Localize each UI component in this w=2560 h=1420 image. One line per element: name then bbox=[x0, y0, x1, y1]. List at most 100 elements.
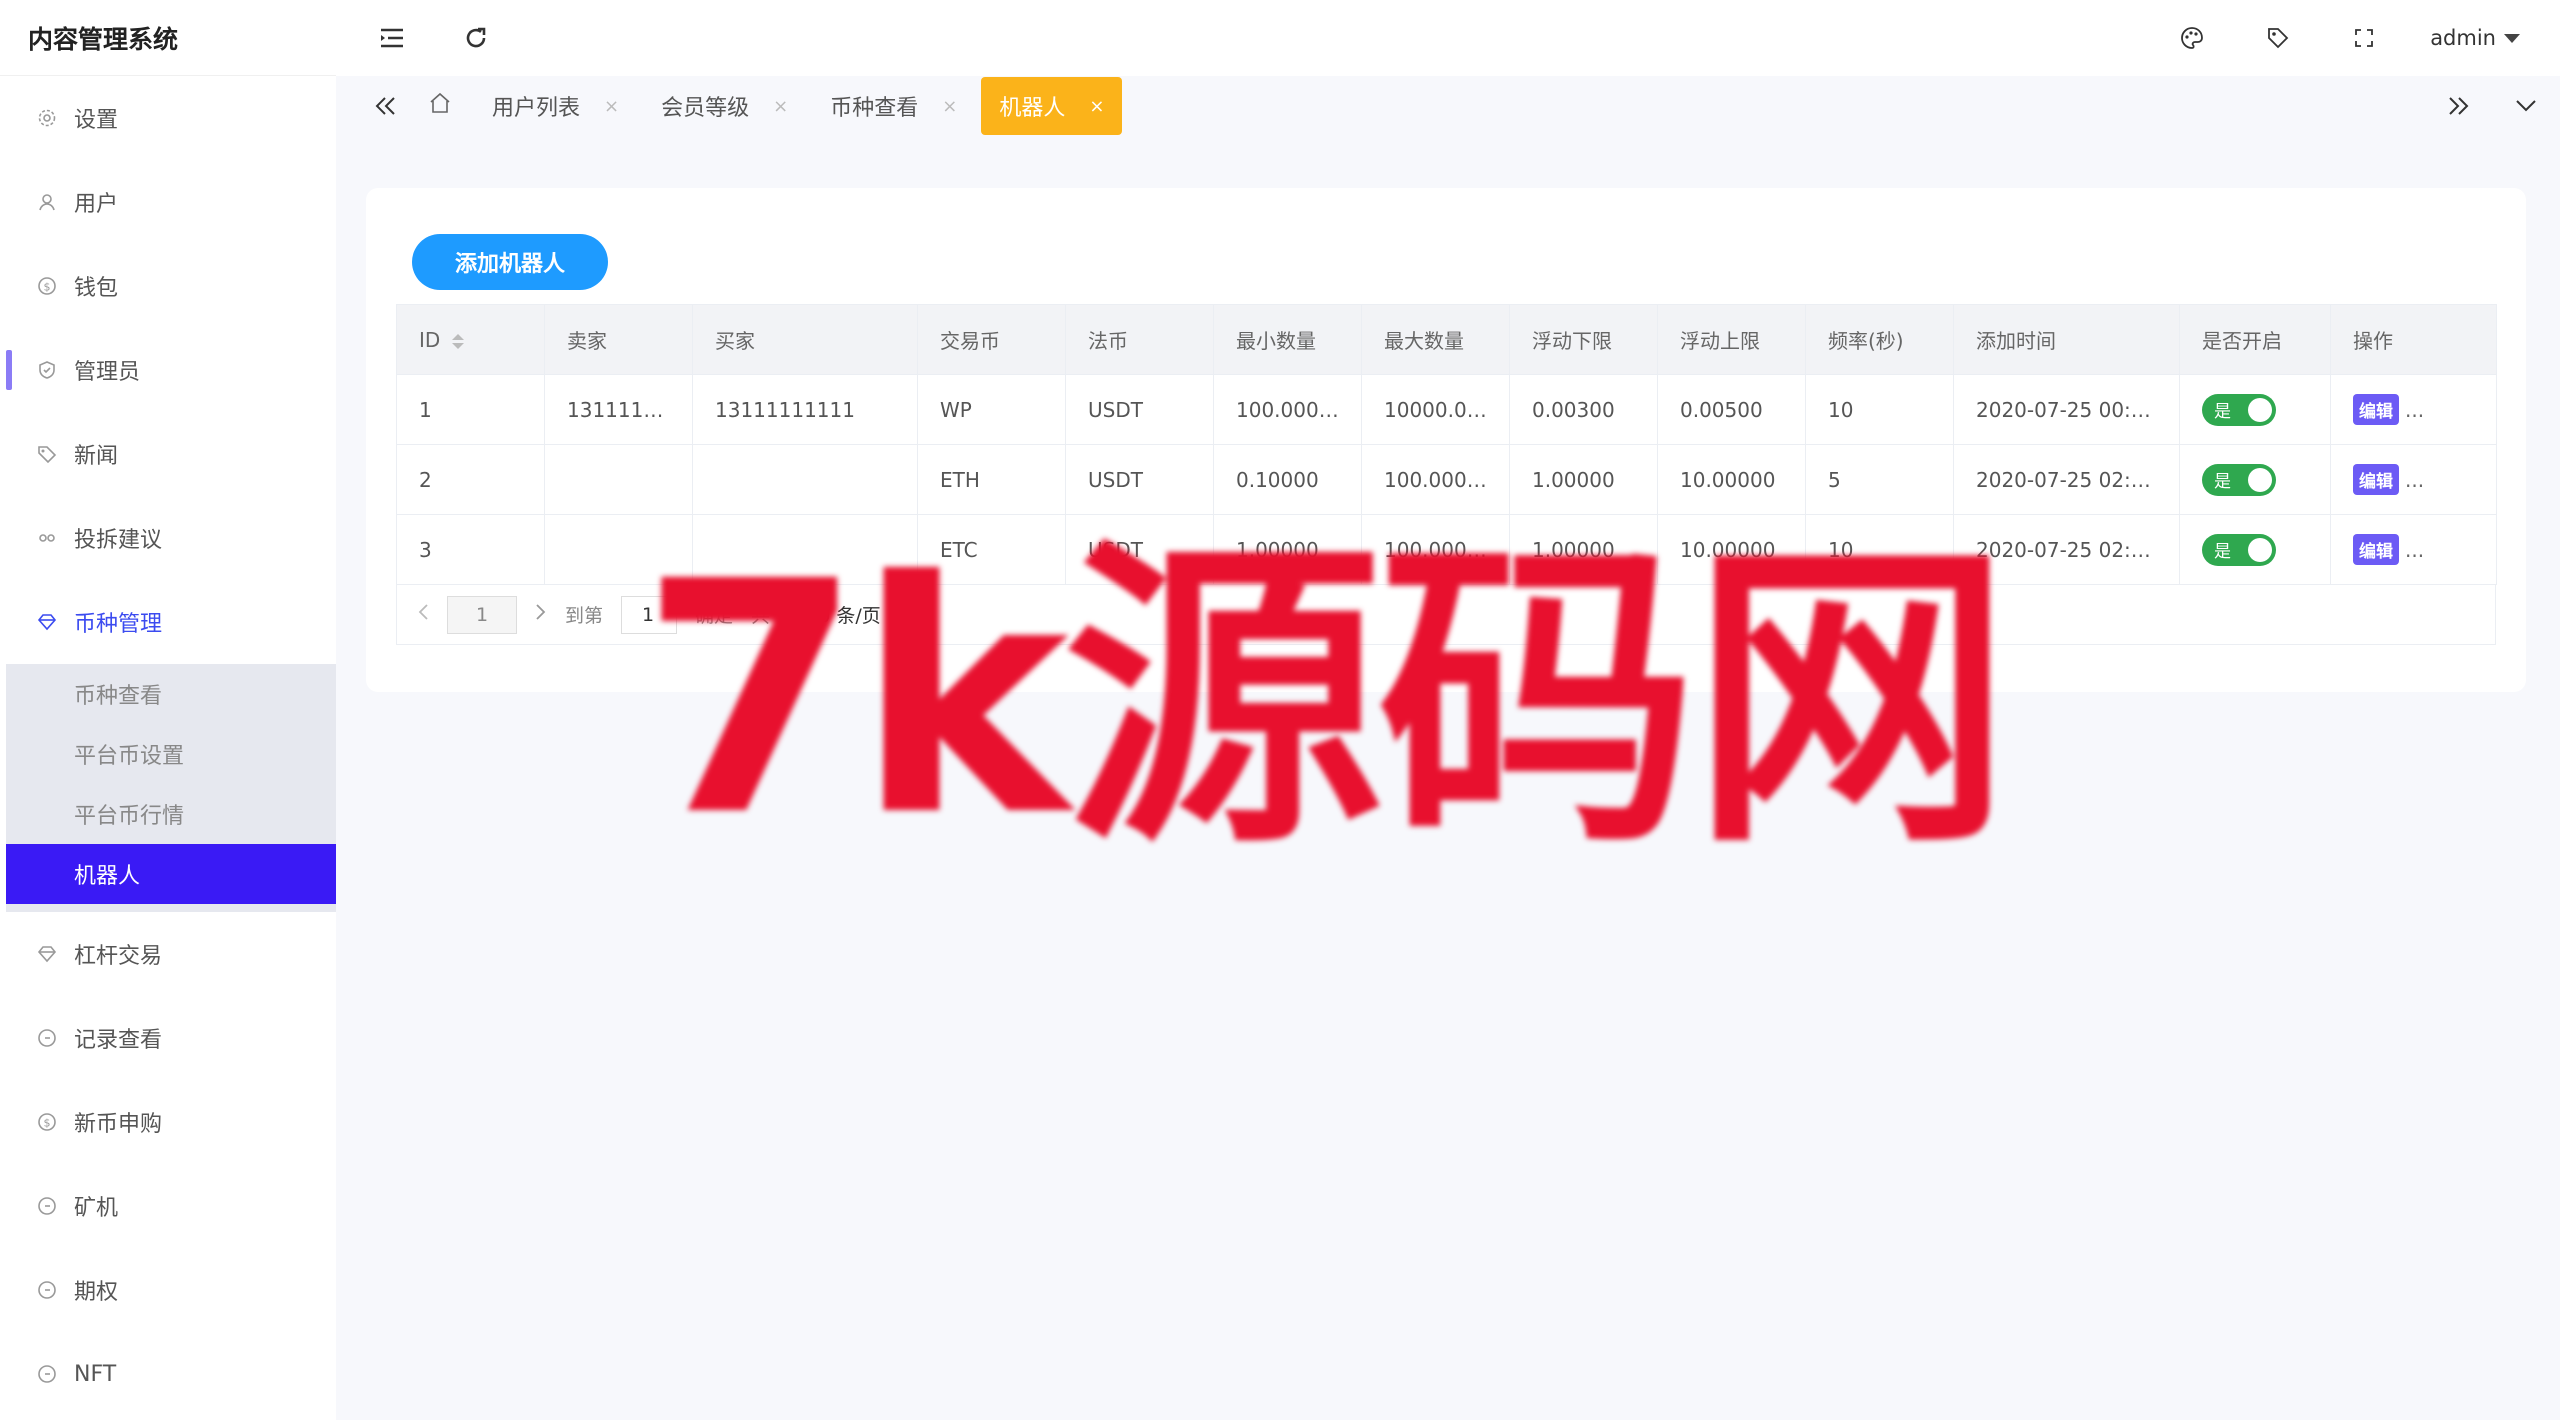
submenu-item-currency-view[interactable]: 币种查看 bbox=[6, 664, 336, 724]
cell-actions: 编辑... bbox=[2330, 514, 2497, 585]
scroll-right-icon[interactable] bbox=[2438, 86, 2478, 126]
username: admin bbox=[2430, 26, 2496, 50]
sidebar-item-currency[interactable]: 币种管理 bbox=[0, 580, 336, 664]
sidebar-item-label: 投拆建议 bbox=[74, 528, 163, 553]
sidebar-item-new-coin[interactable]: $ 新币申购 bbox=[0, 1080, 336, 1164]
shield-icon bbox=[36, 359, 58, 381]
menu-fold-icon[interactable] bbox=[372, 18, 412, 58]
refresh-icon[interactable] bbox=[456, 18, 496, 58]
scroll-left-icon[interactable] bbox=[366, 86, 406, 126]
sidebar-item-leverage[interactable]: 杠杆交易 bbox=[0, 912, 336, 996]
cell-fiat: USDT bbox=[1065, 374, 1214, 445]
cell-high: 10.00000 bbox=[1657, 444, 1806, 515]
cell-enabled: 是 bbox=[2179, 444, 2331, 515]
sidebar-item-wallet[interactable]: $ 钱包 bbox=[0, 244, 336, 328]
table-row: 1 13111111111 13111111111 WP USDT 100.00… bbox=[396, 374, 2497, 445]
submenu-divider bbox=[6, 904, 336, 912]
submenu-item-platform-coin-settings[interactable]: 平台币设置 bbox=[6, 724, 336, 784]
close-icon[interactable]: × bbox=[942, 96, 957, 117]
user-menu[interactable]: admin bbox=[2430, 26, 2520, 50]
sidebar-item-news[interactable]: 新闻 bbox=[0, 412, 336, 496]
more-actions[interactable]: ... bbox=[2405, 468, 2424, 492]
cell-min: 100.00000 bbox=[1213, 374, 1362, 445]
enabled-toggle[interactable]: 是 bbox=[2202, 533, 2276, 566]
diamond-icon bbox=[36, 943, 58, 965]
tab-user-list[interactable]: 用户列表 × bbox=[474, 77, 637, 135]
add-robot-button[interactable]: 添加机器人 bbox=[412, 234, 608, 290]
sidebar-item-miner[interactable]: 矿机 bbox=[0, 1164, 336, 1248]
submenu-item-platform-coin-market[interactable]: 平台币行情 bbox=[6, 784, 336, 844]
sidebar-item-nft[interactable]: NFT bbox=[0, 1332, 336, 1416]
sidebar-item-records[interactable]: 记录查看 bbox=[0, 996, 336, 1080]
edit-button[interactable]: 编辑 bbox=[2353, 464, 2399, 495]
col-header: 是否开启 bbox=[2179, 304, 2331, 375]
col-header-id[interactable]: ID bbox=[396, 304, 545, 375]
sidebar-item-label: 钱包 bbox=[74, 276, 119, 301]
sidebar-menu-lower: 杠杆交易 记录查看 $ 新币申购 矿机 期权 NFT bbox=[0, 912, 336, 1416]
chevron-down-icon[interactable] bbox=[2506, 86, 2546, 126]
diamond-icon bbox=[36, 611, 58, 633]
app-title: 内容管理系统 bbox=[0, 0, 336, 76]
enabled-toggle[interactable]: 是 bbox=[2202, 393, 2276, 426]
prev-page-icon[interactable] bbox=[417, 603, 429, 626]
col-header: 浮动下限 bbox=[1509, 304, 1658, 375]
tabs-controls bbox=[2438, 86, 2560, 126]
sidebar-item-settings[interactable]: 设置 bbox=[0, 76, 336, 160]
col-header: 交易币 bbox=[917, 304, 1066, 375]
sidebar-item-label: 期权 bbox=[74, 1280, 119, 1305]
tab-label: 会员等级 bbox=[661, 96, 750, 121]
sidebar-item-label: 记录查看 bbox=[74, 1028, 163, 1053]
tag-icon[interactable] bbox=[2258, 18, 2298, 58]
close-icon[interactable]: × bbox=[604, 96, 619, 117]
circle-icon bbox=[36, 1195, 58, 1217]
tab-currency-view[interactable]: 币种查看 × bbox=[812, 77, 975, 135]
close-icon[interactable]: × bbox=[1089, 96, 1104, 117]
tab-home[interactable] bbox=[412, 77, 468, 135]
more-actions[interactable]: ... bbox=[2405, 538, 2424, 562]
tab-member-level[interactable]: 会员等级 × bbox=[643, 77, 806, 135]
col-header: 添加时间 bbox=[1953, 304, 2180, 375]
sidebar-item-label: 币种管理 bbox=[74, 612, 163, 637]
dollar-icon: $ bbox=[36, 275, 58, 297]
col-header: 最小数量 bbox=[1213, 304, 1362, 375]
cell-buyer: 13111111111 bbox=[692, 374, 918, 445]
sidebar-item-admin[interactable]: 管理员 bbox=[0, 328, 336, 412]
sidebar-item-feedback[interactable]: 投拆建议 bbox=[0, 496, 336, 580]
circle-icon bbox=[36, 1027, 58, 1049]
table-header-row: ID 卖家 买家 交易币 法币 最小数量 最大数量 浮动下限 浮动上限 频率(秒… bbox=[396, 304, 2497, 375]
sidebar-item-users[interactable]: 用户 bbox=[0, 160, 336, 244]
edit-button[interactable]: 编辑 bbox=[2353, 534, 2399, 565]
tab-robot[interactable]: 机器人 × bbox=[981, 77, 1123, 135]
tab-label: 机器人 bbox=[999, 96, 1066, 121]
cell-enabled: 是 bbox=[2179, 374, 2331, 445]
cell-enabled: 是 bbox=[2179, 514, 2331, 585]
next-page-icon[interactable] bbox=[535, 603, 547, 626]
current-page[interactable]: 1 bbox=[447, 595, 517, 634]
submenu-item-robot[interactable]: 机器人 bbox=[6, 844, 336, 904]
cell-actions: 编辑... bbox=[2330, 374, 2497, 445]
sidebar-item-options[interactable]: 期权 bbox=[0, 1248, 336, 1332]
more-actions[interactable]: ... bbox=[2405, 398, 2424, 422]
cell-high: 0.00500 bbox=[1657, 374, 1806, 445]
sort-icon[interactable] bbox=[452, 333, 465, 349]
cell-max: 10000.00000 bbox=[1361, 374, 1510, 445]
cell-id: 2 bbox=[396, 444, 545, 515]
cell-low: 1.00000 bbox=[1509, 444, 1658, 515]
enabled-toggle[interactable]: 是 bbox=[2202, 463, 2276, 496]
sidebar-item-label: 管理员 bbox=[74, 360, 141, 385]
sidebar-menu: 设置 用户 $ 钱包 管理员 新闻 投拆建议 币种管理 bbox=[0, 76, 336, 664]
col-header: 法币 bbox=[1065, 304, 1214, 375]
cell-fiat: USDT bbox=[1065, 444, 1214, 515]
col-header: 频率(秒) bbox=[1805, 304, 1954, 375]
col-header: 卖家 bbox=[544, 304, 693, 375]
cell-freq: 5 bbox=[1805, 444, 1954, 515]
theme-icon[interactable] bbox=[2172, 18, 2212, 58]
close-icon[interactable]: × bbox=[773, 96, 788, 117]
edit-button[interactable]: 编辑 bbox=[2353, 394, 2399, 425]
circle-icon bbox=[36, 1279, 58, 1301]
cell-time: 2020-07-25 00:51:23 bbox=[1953, 374, 2180, 445]
cell-actions: 编辑... bbox=[2330, 444, 2497, 515]
sidebar-item-label: 矿机 bbox=[74, 1196, 119, 1221]
cell-time: 2020-07-25 02:26:11 bbox=[1953, 444, 2180, 515]
fullscreen-icon[interactable] bbox=[2344, 18, 2384, 58]
